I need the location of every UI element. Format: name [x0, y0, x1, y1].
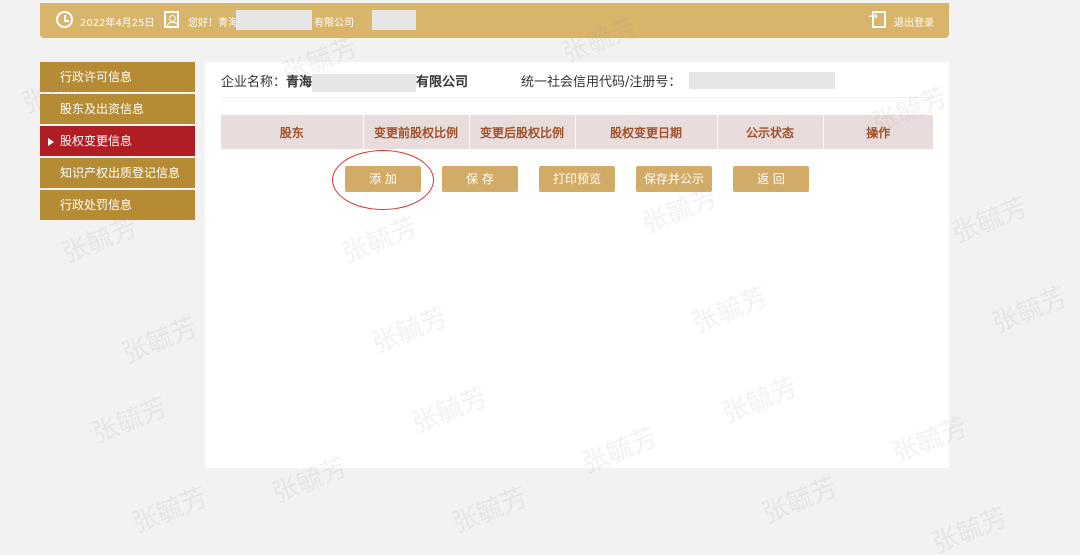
back-button[interactable]: 返 回	[733, 166, 809, 192]
sidebar-item-label: 行政处罚信息	[60, 198, 133, 212]
company-name-suffix: 有限公司	[416, 75, 469, 90]
column-header-actions: 操作	[823, 115, 933, 149]
redacted-block	[236, 10, 312, 30]
watermark-text: 张毓芳	[928, 502, 1012, 555]
credit-code-label: 统一社会信用代码/注册号：	[521, 75, 682, 90]
watermark-text: 张毓芳	[118, 312, 202, 370]
watermark-text: 张毓芳	[88, 392, 172, 450]
save-and-publish-button[interactable]: 保存并公示	[636, 166, 712, 192]
watermark-text: 张毓芳	[758, 472, 842, 530]
sidebar: 行政许可信息 股东及出资信息 股权变更信息 知识产权出质登记信息 行政处罚信息	[40, 62, 195, 222]
divider	[221, 97, 933, 98]
main-panel: 企业名称：青海 有限公司 统一社会信用代码/注册号： 股东 变更前股权比例 变更后…	[205, 62, 949, 468]
sidebar-item-label: 行政许可信息	[60, 70, 133, 84]
greeting-text: 您好！青海	[188, 18, 238, 29]
equity-change-table: 股东 变更前股权比例 变更后股权比例 股权变更日期 公示状态 操作	[221, 115, 933, 149]
column-header-after-ratio: 变更后股权比例	[469, 115, 576, 149]
redacted-block	[372, 10, 416, 30]
redacted-block	[689, 72, 835, 89]
user-icon	[164, 11, 179, 28]
table-header-row: 股东 变更前股权比例 变更后股权比例 股权变更日期 公示状态 操作	[221, 115, 933, 149]
company-name-prefix: 青海	[286, 75, 313, 90]
watermark-text: 张毓芳	[448, 482, 532, 540]
sidebar-item-admin-penalty[interactable]: 行政处罚信息	[40, 190, 195, 220]
sidebar-item-equity-change[interactable]: 股权变更信息	[40, 126, 195, 156]
watermark-text: 张毓芳	[128, 482, 212, 540]
greeting-company-suffix: 有限公司	[314, 18, 354, 29]
sidebar-item-shareholders[interactable]: 股东及出资信息	[40, 94, 195, 124]
sidebar-item-label: 股东及出资信息	[60, 102, 145, 116]
column-header-before-ratio: 变更前股权比例	[363, 115, 470, 149]
column-header-shareholder: 股东	[221, 115, 364, 149]
column-header-change-date: 股权变更日期	[575, 115, 718, 149]
triangle-right-icon	[48, 137, 54, 146]
watermark-text: 张毓芳	[988, 282, 1072, 340]
watermark-text: 张毓芳	[948, 192, 1032, 250]
sidebar-item-admin-license[interactable]: 行政许可信息	[40, 62, 195, 92]
sidebar-item-label: 股权变更信息	[60, 134, 133, 148]
sidebar-item-ip-pledge[interactable]: 知识产权出质登记信息	[40, 158, 195, 188]
clock-icon	[56, 11, 73, 28]
logout-link[interactable]: 退出登录	[894, 14, 934, 29]
save-button[interactable]: 保 存	[442, 166, 518, 192]
company-name-row: 企业名称：青海 有限公司	[221, 71, 468, 92]
print-preview-button[interactable]: 打印预览	[539, 166, 615, 192]
redacted-block	[312, 73, 417, 92]
current-date: 2022年4月25日	[80, 18, 155, 29]
logout-icon[interactable]	[868, 9, 886, 28]
company-name-label: 企业名称：	[221, 75, 287, 90]
highlight-circle	[332, 150, 434, 210]
top-bar: 2022年4月25日 您好！青海 有限公司 退出登录	[40, 3, 949, 38]
sidebar-item-label: 知识产权出质登记信息	[60, 166, 181, 180]
column-header-publish-status: 公示状态	[717, 115, 824, 149]
